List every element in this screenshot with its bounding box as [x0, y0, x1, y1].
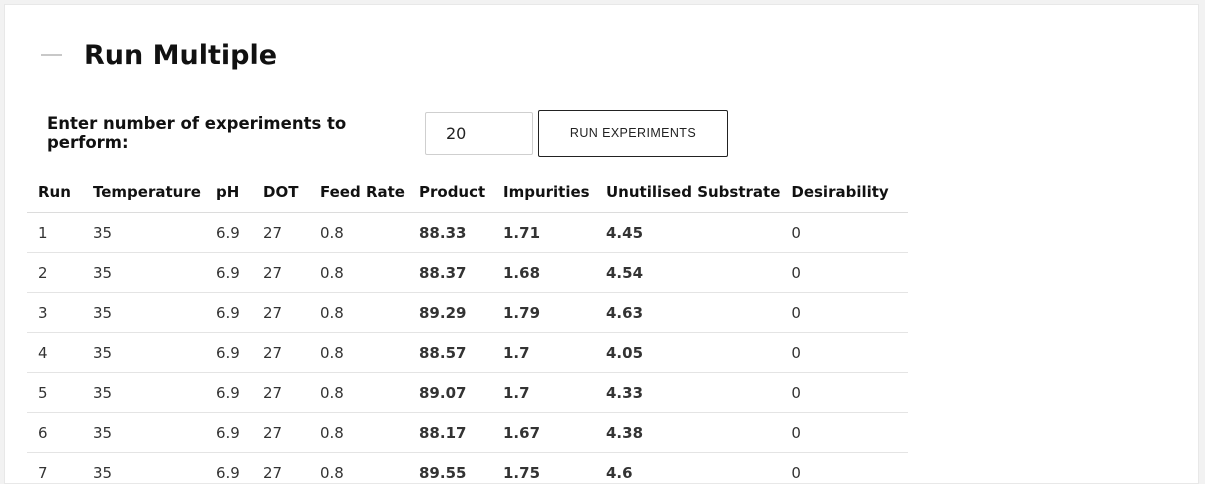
run-multiple-panel: Run Multiple Enter number of experiments…	[4, 4, 1199, 484]
header-temperature[interactable]: Temperature	[82, 172, 205, 213]
cell-desirability: 0	[780, 253, 908, 293]
results-table: Run Temperature pH DOT Feed Rate Product…	[27, 172, 908, 484]
cell-temperature: 35	[82, 293, 205, 333]
cell-run: 6	[27, 413, 82, 453]
cell-ph: 6.9	[205, 333, 252, 373]
panel-header: Run Multiple	[41, 35, 277, 75]
cell-ph: 6.9	[205, 453, 252, 484]
cell-feed-rate: 0.8	[309, 373, 408, 413]
cell-feed-rate: 0.8	[309, 453, 408, 484]
table-row: 4356.9270.888.571.74.050	[27, 333, 908, 373]
table-row: 6356.9270.888.171.674.380	[27, 413, 908, 453]
cell-dot: 27	[252, 333, 309, 373]
table-row: 1356.9270.888.331.714.450	[27, 213, 908, 253]
cell-run: 7	[27, 453, 82, 484]
cell-product: 89.29	[408, 293, 492, 333]
cell-impurities: 1.7	[492, 333, 595, 373]
cell-unutilised-substrate: 4.45	[595, 213, 780, 253]
cell-temperature: 35	[82, 373, 205, 413]
minus-icon[interactable]	[41, 54, 62, 56]
cell-desirability: 0	[780, 453, 908, 484]
cell-product: 89.07	[408, 373, 492, 413]
cell-product: 88.37	[408, 253, 492, 293]
cell-feed-rate: 0.8	[309, 333, 408, 373]
cell-desirability: 0	[780, 373, 908, 413]
cell-desirability: 0	[780, 413, 908, 453]
cell-unutilised-substrate: 4.38	[595, 413, 780, 453]
cell-feed-rate: 0.8	[309, 293, 408, 333]
cell-run: 4	[27, 333, 82, 373]
header-product[interactable]: Product	[408, 172, 492, 213]
cell-feed-rate: 0.8	[309, 253, 408, 293]
cell-unutilised-substrate: 4.05	[595, 333, 780, 373]
header-dot[interactable]: DOT	[252, 172, 309, 213]
cell-unutilised-substrate: 4.6	[595, 453, 780, 484]
cell-run: 1	[27, 213, 82, 253]
cell-impurities: 1.79	[492, 293, 595, 333]
cell-product: 88.17	[408, 413, 492, 453]
cell-temperature: 35	[82, 213, 205, 253]
cell-dot: 27	[252, 413, 309, 453]
cell-unutilised-substrate: 4.63	[595, 293, 780, 333]
cell-ph: 6.9	[205, 213, 252, 253]
cell-dot: 27	[252, 373, 309, 413]
cell-temperature: 35	[82, 453, 205, 484]
cell-desirability: 0	[780, 213, 908, 253]
header-run[interactable]: Run	[27, 172, 82, 213]
cell-run: 5	[27, 373, 82, 413]
cell-temperature: 35	[82, 413, 205, 453]
table-header-row: Run Temperature pH DOT Feed Rate Product…	[27, 172, 908, 213]
cell-dot: 27	[252, 213, 309, 253]
cell-ph: 6.9	[205, 413, 252, 453]
cell-unutilised-substrate: 4.33	[595, 373, 780, 413]
cell-temperature: 35	[82, 333, 205, 373]
header-impurities[interactable]: Impurities	[492, 172, 595, 213]
cell-impurities: 1.75	[492, 453, 595, 484]
cell-impurities: 1.7	[492, 373, 595, 413]
cell-unutilised-substrate: 4.54	[595, 253, 780, 293]
cell-dot: 27	[252, 453, 309, 484]
cell-ph: 6.9	[205, 373, 252, 413]
header-feed-rate[interactable]: Feed Rate	[309, 172, 408, 213]
table-row: 5356.9270.889.071.74.330	[27, 373, 908, 413]
table-row: 3356.9270.889.291.794.630	[27, 293, 908, 333]
header-ph[interactable]: pH	[205, 172, 252, 213]
table-row: 2356.9270.888.371.684.540	[27, 253, 908, 293]
cell-dot: 27	[252, 253, 309, 293]
cell-impurities: 1.68	[492, 253, 595, 293]
panel-title: Run Multiple	[84, 40, 277, 71]
cell-temperature: 35	[82, 253, 205, 293]
cell-desirability: 0	[780, 333, 908, 373]
run-experiments-button[interactable]: RUN EXPERIMENTS	[538, 110, 728, 157]
header-desirability[interactable]: Desirability	[780, 172, 908, 213]
cell-dot: 27	[252, 293, 309, 333]
experiments-count-input[interactable]	[425, 112, 533, 155]
cell-run: 3	[27, 293, 82, 333]
cell-feed-rate: 0.8	[309, 413, 408, 453]
cell-desirability: 0	[780, 293, 908, 333]
cell-impurities: 1.71	[492, 213, 595, 253]
cell-impurities: 1.67	[492, 413, 595, 453]
cell-product: 89.55	[408, 453, 492, 484]
experiments-count-label: Enter number of experiments to perform:	[47, 114, 425, 152]
cell-ph: 6.9	[205, 293, 252, 333]
cell-product: 88.57	[408, 333, 492, 373]
cell-ph: 6.9	[205, 253, 252, 293]
table-row: 7356.9270.889.551.754.60	[27, 453, 908, 484]
cell-feed-rate: 0.8	[309, 213, 408, 253]
cell-run: 2	[27, 253, 82, 293]
experiment-controls: Enter number of experiments to perform: …	[47, 109, 728, 157]
cell-product: 88.33	[408, 213, 492, 253]
results-body: 1356.9270.888.331.714.4502356.9270.888.3…	[27, 213, 908, 484]
header-unutilised-substrate[interactable]: Unutilised Substrate	[595, 172, 780, 213]
